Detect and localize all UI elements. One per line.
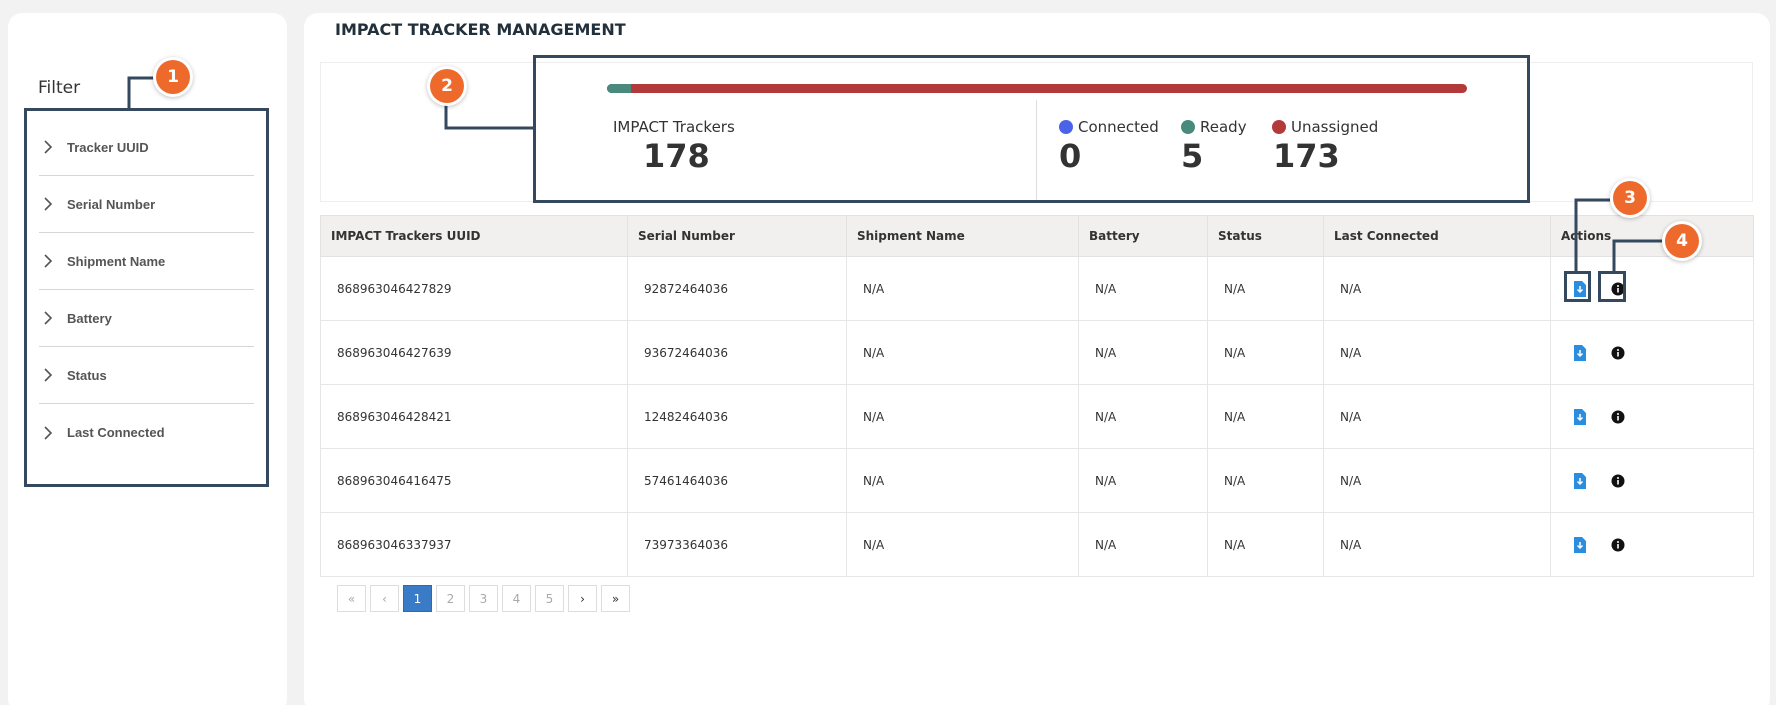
pagination-page-3[interactable]: 3 (469, 585, 498, 612)
filter-item-label: Last Connected (67, 425, 165, 440)
column-header-uuid[interactable]: IMPACT Trackers UUID (320, 215, 628, 257)
cell-battery: N/A (1078, 320, 1208, 385)
cell-uuid: 868963046428421 (320, 384, 628, 449)
page-title: IMPACT TRACKER MANAGEMENT (335, 20, 626, 39)
cell-last-connected: N/A (1323, 512, 1551, 577)
pagination-first-button[interactable]: « (337, 585, 366, 612)
summary-highlight-frame (533, 55, 1530, 203)
pagination-page-2[interactable]: 2 (436, 585, 465, 612)
pagination: « ‹ 1 2 3 4 5 › » (337, 585, 630, 612)
chevron-right-icon (44, 140, 53, 154)
trackers-table: IMPACT Trackers UUID Serial Number Shipm… (320, 215, 1754, 577)
callout-badge-3: 3 (1613, 181, 1647, 215)
cell-serial-number: 92872464036 (627, 256, 847, 321)
callout-4-frame (1598, 271, 1626, 302)
cell-status: N/A (1207, 512, 1324, 577)
cell-serial-number: 12482464036 (627, 384, 847, 449)
filter-item-label: Shipment Name (67, 253, 166, 269)
cell-status: N/A (1207, 448, 1324, 513)
pagination-page-4[interactable]: 4 (502, 585, 531, 612)
table-row[interactable]: 868963046427639 93672464036 N/A N/A N/A N/A (320, 320, 1754, 385)
cell-shipment-name: N/A (846, 256, 1079, 321)
column-header-shipment-name[interactable]: Shipment Name (846, 215, 1079, 257)
table-row[interactable]: 868963046428421 12482464036 N/A N/A N/A N/A (320, 384, 1754, 449)
cell-uuid: 868963046337937 (320, 512, 628, 577)
cell-actions (1550, 512, 1754, 577)
cell-battery: N/A (1078, 448, 1208, 513)
table-row[interactable]: 868963046337937 73973364036 N/A N/A N/A N/A (320, 512, 1754, 577)
chevron-right-icon (44, 311, 53, 325)
callout-badge-4: 4 (1665, 224, 1699, 258)
info-icon[interactable] (1609, 536, 1627, 554)
filter-item-last-connected[interactable]: Last Connected (39, 404, 254, 461)
download-icon[interactable] (1571, 344, 1589, 362)
download-icon[interactable] (1571, 536, 1589, 554)
filter-title: Filter (38, 78, 81, 98)
chevron-right-icon (44, 197, 53, 211)
info-icon[interactable] (1609, 472, 1627, 490)
cell-uuid: 868963046416475 (320, 448, 628, 513)
cell-battery: N/A (1078, 512, 1208, 577)
info-icon[interactable] (1609, 408, 1627, 426)
chevron-right-icon (44, 425, 53, 440)
filter-item-serial-number[interactable]: Serial Number (39, 176, 254, 233)
filter-item-label: Battery (67, 310, 112, 326)
download-icon[interactable] (1571, 472, 1589, 490)
column-header-battery[interactable]: Battery (1078, 215, 1208, 257)
cell-serial-number: 93672464036 (627, 320, 847, 385)
pagination-last-button[interactable]: » (601, 585, 630, 612)
table-row[interactable]: 868963046427829 92872464036 N/A N/A N/A N/A (320, 256, 1754, 321)
cell-uuid: 868963046427639 (320, 320, 628, 385)
callout-badge-2: 2 (430, 69, 464, 103)
cell-last-connected: N/A (1323, 448, 1551, 513)
cell-shipment-name: N/A (846, 320, 1079, 385)
cell-status: N/A (1207, 384, 1324, 449)
filter-item-label: Tracker UUID (67, 139, 149, 155)
chevron-right-icon (44, 254, 53, 268)
cell-status: N/A (1207, 320, 1324, 385)
cell-serial-number: 57461464036 (627, 448, 847, 513)
cell-actions (1550, 384, 1754, 449)
pagination-page-1[interactable]: 1 (403, 585, 432, 612)
filter-list: Tracker UUID Serial Number Shipment Name… (24, 108, 269, 487)
callout-3-frame (1564, 271, 1591, 302)
filter-item-tracker-uuid[interactable]: Tracker UUID (39, 119, 254, 176)
chevron-right-icon (44, 368, 53, 382)
filter-item-status[interactable]: Status (39, 347, 254, 404)
table-header-row: IMPACT Trackers UUID Serial Number Shipm… (320, 215, 1754, 257)
cell-shipment-name: N/A (846, 448, 1079, 513)
cell-battery: N/A (1078, 384, 1208, 449)
cell-last-connected: N/A (1323, 256, 1551, 321)
filter-item-battery[interactable]: Battery (39, 290, 254, 347)
download-icon[interactable] (1571, 408, 1589, 426)
table-row[interactable]: 868963046416475 57461464036 N/A N/A N/A N/A (320, 448, 1754, 513)
cell-last-connected: N/A (1323, 384, 1551, 449)
column-header-serial-number[interactable]: Serial Number (627, 215, 847, 257)
pagination-next-button[interactable]: › (568, 585, 597, 612)
filter-item-label: Status (67, 367, 107, 383)
column-header-last-connected[interactable]: Last Connected (1323, 215, 1551, 257)
cell-battery: N/A (1078, 256, 1208, 321)
pagination-prev-button[interactable]: ‹ (370, 585, 399, 612)
filter-item-label: Serial Number (67, 196, 156, 212)
cell-actions (1550, 320, 1754, 385)
cell-shipment-name: N/A (846, 384, 1079, 449)
cell-serial-number: 73973364036 (627, 512, 847, 577)
column-header-status[interactable]: Status (1207, 215, 1324, 257)
cell-uuid: 868963046427829 (320, 256, 628, 321)
column-header-actions: Actions (1550, 215, 1754, 257)
cell-last-connected: N/A (1323, 320, 1551, 385)
cell-shipment-name: N/A (846, 512, 1079, 577)
cell-status: N/A (1207, 256, 1324, 321)
filter-item-shipment-name[interactable]: Shipment Name (39, 233, 254, 290)
callout-badge-1: 1 (156, 60, 190, 94)
pagination-page-5[interactable]: 5 (535, 585, 564, 612)
cell-actions (1550, 448, 1754, 513)
info-icon[interactable] (1609, 344, 1627, 362)
